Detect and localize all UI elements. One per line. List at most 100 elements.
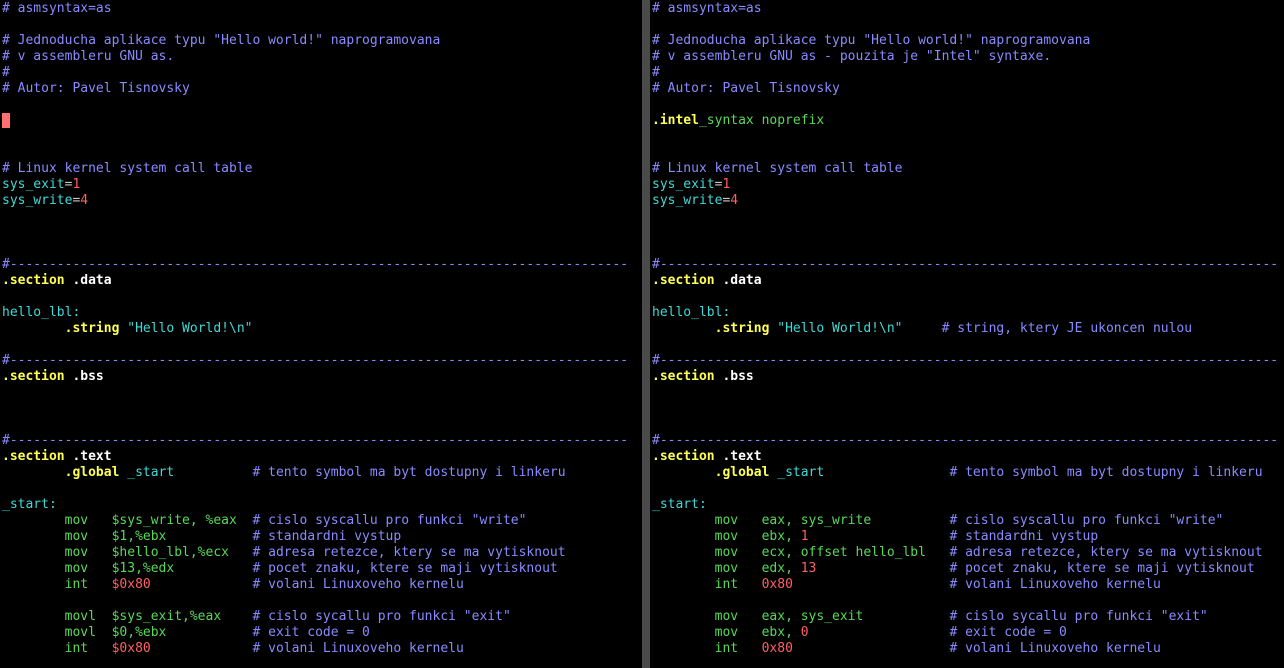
code-line[interactable] bbox=[0, 209, 642, 225]
code-line[interactable] bbox=[0, 113, 642, 129]
code-line[interactable] bbox=[0, 289, 642, 305]
code-line[interactable] bbox=[650, 401, 1284, 417]
code-line[interactable]: int $0x80 # volani Linuxoveho kernelu bbox=[0, 641, 642, 657]
code-line[interactable] bbox=[650, 241, 1284, 257]
code-line[interactable]: #---------------------------------------… bbox=[0, 257, 642, 273]
code-line[interactable]: mov $1,%ebx # standardni vystup bbox=[0, 529, 642, 545]
code-line[interactable]: # v assembleru GNU as - pouzita je "Inte… bbox=[650, 49, 1284, 65]
code-line[interactable] bbox=[0, 225, 642, 241]
code-line[interactable]: mov eax, sys_exit # cislo sycallu pro fu… bbox=[650, 609, 1284, 625]
code-line[interactable]: hello_lbl: bbox=[0, 305, 642, 321]
code-line[interactable] bbox=[650, 97, 1284, 113]
code-line[interactable] bbox=[0, 97, 642, 113]
code-line[interactable]: hello_lbl: bbox=[650, 305, 1284, 321]
code-line[interactable]: # Jednoducha aplikace typu "Hello world!… bbox=[0, 33, 642, 49]
code-line[interactable] bbox=[0, 337, 642, 353]
code-line[interactable] bbox=[650, 17, 1284, 33]
code-line[interactable]: sys_write=4 bbox=[650, 193, 1284, 209]
code-line[interactable] bbox=[0, 145, 642, 161]
code-token: # pocet znaku, ktere se maji vytisknout bbox=[949, 561, 1255, 576]
code-line[interactable]: #---------------------------------------… bbox=[0, 353, 642, 369]
code-token: # bbox=[2, 65, 10, 80]
code-line[interactable] bbox=[650, 417, 1284, 433]
code-line[interactable]: # Jednoducha aplikace typu "Hello world!… bbox=[650, 33, 1284, 49]
code-line[interactable]: # bbox=[650, 65, 1284, 81]
code-line[interactable] bbox=[650, 593, 1284, 609]
code-line[interactable]: .section .text bbox=[650, 449, 1284, 465]
code-line[interactable] bbox=[650, 209, 1284, 225]
code-line[interactable]: mov ebx, 0 # exit code = 0 bbox=[650, 625, 1284, 641]
code-token: # adresa retezce, ktery se ma vytisknout bbox=[252, 545, 566, 560]
code-line[interactable]: .string "Hello World!\n" # string, ktery… bbox=[650, 321, 1284, 337]
code-line[interactable]: # bbox=[0, 65, 642, 81]
code-line[interactable]: int 0x80 # volani Linuxoveho kernelu bbox=[650, 577, 1284, 593]
code-line[interactable] bbox=[0, 481, 642, 497]
code-line[interactable]: mov edx, 13 # pocet znaku, ktere se maji… bbox=[650, 561, 1284, 577]
code-line[interactable]: .global _start # tento symbol ma byt dos… bbox=[0, 465, 642, 481]
code-line[interactable]: mov $sys_write, %eax # cislo syscallu pr… bbox=[0, 513, 642, 529]
code-line[interactable] bbox=[0, 593, 642, 609]
code-line[interactable]: movl $sys_exit,%eax # cislo sycallu pro … bbox=[0, 609, 642, 625]
code-token: 1 bbox=[72, 177, 81, 192]
code-token: 1 bbox=[800, 529, 809, 544]
editor-pane-right[interactable]: # asmsyntax=as # Jednoducha aplikace typu… bbox=[650, 0, 1284, 668]
code-line[interactable] bbox=[0, 385, 642, 401]
code-token: # pocet znaku, ktere se maji vytisknout bbox=[252, 561, 558, 576]
code-line[interactable] bbox=[0, 401, 642, 417]
code-line[interactable]: #---------------------------------------… bbox=[0, 433, 642, 449]
code-line[interactable]: sys_write=4 bbox=[0, 193, 642, 209]
code-line[interactable]: # asmsyntax=as bbox=[0, 1, 642, 17]
code-line[interactable]: _start: bbox=[650, 497, 1284, 513]
code-line[interactable]: movl $0,%ebx # exit code = 0 bbox=[0, 625, 642, 641]
code-line[interactable]: mov $hello_lbl,%ecx # adresa retezce, kt… bbox=[0, 545, 642, 561]
code-line[interactable]: .string "Hello World!\n" bbox=[0, 321, 642, 337]
code-line[interactable] bbox=[650, 481, 1284, 497]
code-line[interactable] bbox=[650, 145, 1284, 161]
code-line[interactable]: int 0x80 # volani Linuxoveho kernelu bbox=[650, 641, 1284, 657]
code-lines-left[interactable]: # asmsyntax=as # Jednoducha aplikace typu… bbox=[0, 0, 642, 657]
code-line[interactable]: int $0x80 # volani Linuxoveho kernelu bbox=[0, 577, 642, 593]
code-line[interactable] bbox=[650, 385, 1284, 401]
code-line[interactable] bbox=[650, 289, 1284, 305]
code-line[interactable]: _start: bbox=[0, 497, 642, 513]
code-line[interactable] bbox=[0, 129, 642, 145]
code-line[interactable] bbox=[0, 241, 642, 257]
code-token: _start: bbox=[652, 497, 707, 512]
code-token: mov bbox=[714, 545, 739, 560]
code-line[interactable]: sys_exit=1 bbox=[650, 177, 1284, 193]
code-line[interactable]: mov $13,%edx # pocet znaku, ktere se maj… bbox=[0, 561, 642, 577]
code-line[interactable]: #---------------------------------------… bbox=[650, 433, 1284, 449]
code-line[interactable]: .section .data bbox=[650, 273, 1284, 289]
code-line[interactable]: .intel_syntax noprefix bbox=[650, 113, 1284, 129]
code-token: .bss bbox=[64, 369, 104, 384]
vertical-split-divider[interactable] bbox=[642, 0, 650, 668]
code-line[interactable]: # Autor: Pavel Tisnovsky bbox=[650, 81, 1284, 97]
code-line[interactable]: # asmsyntax=as bbox=[650, 1, 1284, 17]
code-line[interactable]: #---------------------------------------… bbox=[650, 353, 1284, 369]
code-line[interactable] bbox=[650, 225, 1284, 241]
code-line[interactable]: .section .text bbox=[0, 449, 642, 465]
code-line[interactable]: # Linux kernel system call table bbox=[0, 161, 642, 177]
code-line[interactable]: .section .bss bbox=[650, 369, 1284, 385]
code-line[interactable]: sys_exit=1 bbox=[0, 177, 642, 193]
code-line[interactable]: # v assembleru GNU as. bbox=[0, 49, 642, 65]
code-line[interactable]: #---------------------------------------… bbox=[650, 257, 1284, 273]
editor-pane-left[interactable]: # asmsyntax=as # Jednoducha aplikace typu… bbox=[0, 0, 642, 668]
code-token: movl bbox=[64, 609, 96, 624]
code-line[interactable]: # Autor: Pavel Tisnovsky bbox=[0, 81, 642, 97]
code-token: $1,%ebx bbox=[111, 529, 167, 544]
code-line[interactable]: .section .bss bbox=[0, 369, 642, 385]
code-line[interactable]: # Linux kernel system call table bbox=[650, 161, 1284, 177]
code-line[interactable]: .section .data bbox=[0, 273, 642, 289]
code-line[interactable] bbox=[650, 129, 1284, 145]
code-line[interactable]: mov ebx, 1 # standardni vystup bbox=[650, 529, 1284, 545]
code-line[interactable] bbox=[0, 417, 642, 433]
code-line[interactable]: .global _start # tento symbol ma byt dos… bbox=[650, 465, 1284, 481]
code-token: $sys_exit,%eax bbox=[111, 609, 222, 624]
code-lines-right[interactable]: # asmsyntax=as # Jednoducha aplikace typu… bbox=[650, 0, 1284, 657]
code-line[interactable] bbox=[650, 337, 1284, 353]
code-line[interactable] bbox=[0, 17, 642, 33]
code-line[interactable]: mov ecx, offset hello_lbl # adresa retez… bbox=[650, 545, 1284, 561]
code-line[interactable]: mov eax, sys_write # cislo syscallu pro … bbox=[650, 513, 1284, 529]
